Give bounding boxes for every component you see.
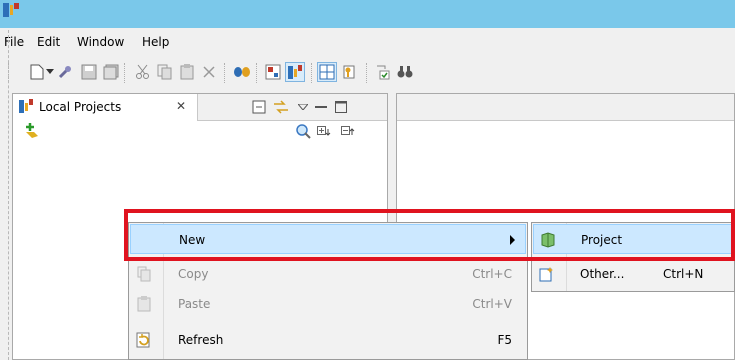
- maximize-icon[interactable]: [331, 97, 351, 117]
- paste-icon[interactable]: [177, 62, 197, 82]
- submenu-item-other[interactable]: Other... Ctrl+N: [533, 259, 735, 289]
- context-menu-item-copy[interactable]: Copy Ctrl+C: [130, 259, 526, 289]
- copy-icon[interactable]: [155, 62, 175, 82]
- window-title-bar[interactable]: [0, 0, 735, 28]
- perspective-icon[interactable]: [263, 62, 283, 82]
- submenu-arrow-icon: [510, 235, 515, 245]
- app-icon: [3, 3, 19, 20]
- save-all-icon[interactable]: [101, 62, 121, 82]
- window-edge-grip: [8, 30, 9, 360]
- menu-bar: File Edit Window Help: [0, 28, 735, 55]
- cut-icon[interactable]: [133, 62, 153, 82]
- context-menu: New Copy Ctrl+C Paste Ctrl+V Refresh F5: [128, 222, 528, 360]
- link-with-editor-icon[interactable]: [271, 97, 291, 117]
- checklist-icon[interactable]: [373, 62, 393, 82]
- toolbar-separator: [366, 63, 367, 83]
- menu-item-shortcut: Ctrl+V: [472, 297, 512, 311]
- search-icon[interactable]: [293, 121, 313, 141]
- view-menu-icon[interactable]: [293, 97, 313, 117]
- menu-item-shortcut: F5: [497, 333, 512, 347]
- submenu-item-project[interactable]: Project: [533, 224, 735, 254]
- view-toolbar: [13, 121, 387, 147]
- toolbar-separator: [256, 63, 257, 83]
- local-projects-icon: [18, 98, 34, 117]
- menu-item-label: Copy: [178, 267, 209, 281]
- menu-item-label: Other...: [580, 267, 625, 281]
- close-icon[interactable]: ✕: [176, 99, 186, 113]
- context-menu-item-paste[interactable]: Paste Ctrl+V: [130, 289, 526, 319]
- toolbar-separator: [311, 63, 312, 83]
- new-submenu: Project Other... Ctrl+N: [531, 222, 735, 292]
- menu-item-label: Refresh: [178, 333, 224, 347]
- tab-label: Local Projects: [39, 100, 122, 114]
- menu-item-shortcut: Ctrl+N: [663, 267, 704, 281]
- debug-icon[interactable]: [232, 62, 252, 82]
- new-wizard-icon: [537, 264, 557, 284]
- menu-item-label: New: [179, 233, 206, 247]
- collapse-all-icon[interactable]: [339, 121, 359, 141]
- toolbar-separator: [124, 63, 125, 83]
- menu-item-label: Project: [581, 233, 623, 247]
- context-menu-item-refresh[interactable]: Refresh F5: [130, 325, 526, 355]
- tab-local-projects[interactable]: Local Projects ✕: [13, 94, 198, 121]
- editor-header: [397, 94, 734, 121]
- menu-edit[interactable]: Edit: [37, 35, 60, 49]
- key-icon[interactable]: [339, 62, 359, 82]
- toolbar-separator: [224, 63, 225, 83]
- expand-all-icon[interactable]: [315, 121, 335, 141]
- context-menu-item-new[interactable]: New: [130, 224, 526, 254]
- refresh-icon: [134, 330, 154, 350]
- collapse-all-icon[interactable]: [249, 97, 269, 117]
- save-icon[interactable]: [79, 62, 99, 82]
- menu-item-shortcut: Ctrl+C: [472, 267, 512, 281]
- local-projects-icon[interactable]: [285, 62, 305, 82]
- menu-help[interactable]: Help: [142, 35, 169, 49]
- menu-file[interactable]: File: [4, 35, 24, 49]
- binoculars-icon[interactable]: [395, 62, 415, 82]
- copy-icon: [134, 264, 154, 284]
- minimize-icon[interactable]: [311, 97, 331, 117]
- menu-item-label: Paste: [178, 297, 211, 311]
- delete-icon[interactable]: [199, 62, 219, 82]
- paste-icon: [134, 294, 154, 314]
- add-project-icon[interactable]: [23, 121, 43, 141]
- project-icon: [538, 230, 558, 250]
- wrench-icon[interactable]: [55, 62, 75, 82]
- main-toolbar: [0, 55, 735, 93]
- view-header: Local Projects ✕: [13, 94, 387, 121]
- menu-window[interactable]: Window: [77, 35, 124, 49]
- layout-icon[interactable]: [317, 62, 337, 82]
